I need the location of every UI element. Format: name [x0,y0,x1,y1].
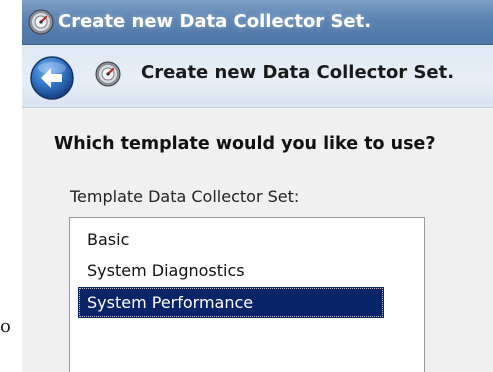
page-question: Which template would you like to use? [54,134,436,154]
window-title: Create new Data Collector Set. [58,11,372,32]
template-list-label: Template Data Collector Set: [70,187,300,206]
wizard-window: Create new Data Collector Set. Create ne… [22,0,493,372]
wizard-header-title: Create new Data Collector Set. [141,62,455,83]
navigation-bar: Create new Data Collector Set. [22,45,493,108]
data-collector-set-icon [95,61,121,87]
template-listbox[interactable]: Basic System Diagnostics System Performa… [69,217,425,372]
background-text-fragment: o [0,316,11,337]
title-bar[interactable]: Create new Data Collector Set. [22,0,493,45]
data-collector-set-icon [28,9,54,35]
template-option-system-diagnostics[interactable]: System Diagnostics [78,255,378,286]
wizard-content: Which template would you like to use? Te… [22,108,493,372]
back-arrow-icon[interactable] [29,55,75,101]
template-option-basic[interactable]: Basic [78,224,378,255]
template-option-system-performance[interactable]: System Performance [78,287,384,318]
